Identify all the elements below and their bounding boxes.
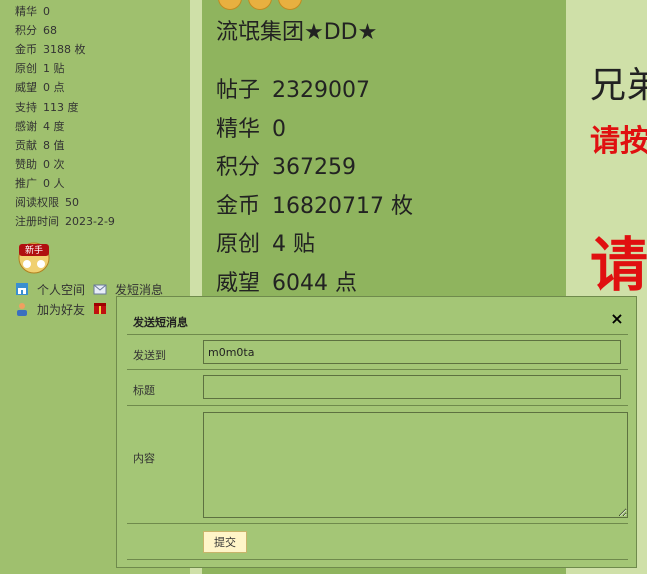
gift-icon — [93, 301, 107, 315]
recipient-input[interactable] — [203, 340, 621, 364]
stat-row: 支持 113 度 — [15, 101, 79, 114]
divider — [127, 559, 628, 560]
close-icon[interactable]: × — [609, 311, 625, 327]
content-textarea[interactable] — [203, 412, 628, 518]
stat-row: 原创 1 贴 — [15, 62, 65, 75]
stat-row: 威望 0 点 — [15, 81, 65, 94]
newbie-badge-icon: 新手 — [14, 238, 54, 274]
stat-row: 阅读权限 50 — [15, 196, 79, 209]
personal-space-link[interactable]: 个人空间 — [15, 281, 85, 298]
profile-stat: 威望 6044 点 — [216, 271, 357, 296]
stat-row: 感谢 4 度 — [15, 120, 65, 133]
message-icon — [93, 282, 107, 296]
stat-row: 推广 0 人 — [15, 177, 65, 190]
stat-row: 赞助 0 次 — [15, 158, 65, 171]
divider — [127, 334, 628, 335]
subject-label: 标题 — [133, 384, 155, 397]
profile-stat: 帖子 2329007 — [216, 78, 370, 103]
divider — [127, 369, 628, 370]
profile-stat: 金币 16820717 枚 — [216, 194, 413, 219]
profile-stat: 精华 0 — [216, 117, 287, 142]
content-label: 内容 — [133, 452, 155, 465]
user-group-title: 流氓集团★DD★ — [216, 20, 378, 45]
add-friend-link[interactable]: 加为好友 — [15, 301, 85, 318]
medal-icon — [248, 0, 272, 10]
medal-icon — [278, 0, 302, 10]
divider — [127, 523, 628, 524]
stat-row: 积分 68 — [15, 24, 57, 37]
stat-row: 贡献 8 值 — [15, 139, 65, 152]
stat-row: 金币 3188 枚 — [15, 43, 86, 56]
medal-icon — [218, 0, 242, 10]
divider — [127, 405, 628, 406]
post-text-heading: 兄弟 — [590, 65, 647, 106]
post-red-text: 请按 — [590, 124, 647, 159]
stat-row: 精华 0 — [15, 5, 50, 18]
submit-button[interactable]: 提交 — [203, 531, 247, 553]
stat-row: 注册时间 2023-2-9 — [15, 215, 115, 228]
medal-icons — [218, 0, 308, 14]
subject-input[interactable] — [203, 375, 621, 399]
send-message-dialog: 发送短消息 × 发送到 标题 内容 提交 — [116, 296, 637, 568]
add-friend-icon — [15, 302, 29, 316]
dialog-title: 发送短消息 — [133, 316, 188, 329]
badge-label: 新手 — [25, 244, 43, 256]
post-red-large-text: 请 — [590, 231, 647, 299]
profile-stat: 积分 367259 — [216, 155, 356, 180]
home-icon — [15, 282, 29, 296]
recipient-label: 发送到 — [133, 349, 166, 362]
gift-link[interactable] — [93, 301, 115, 316]
profile-stat: 原创 4 贴 — [216, 232, 316, 257]
